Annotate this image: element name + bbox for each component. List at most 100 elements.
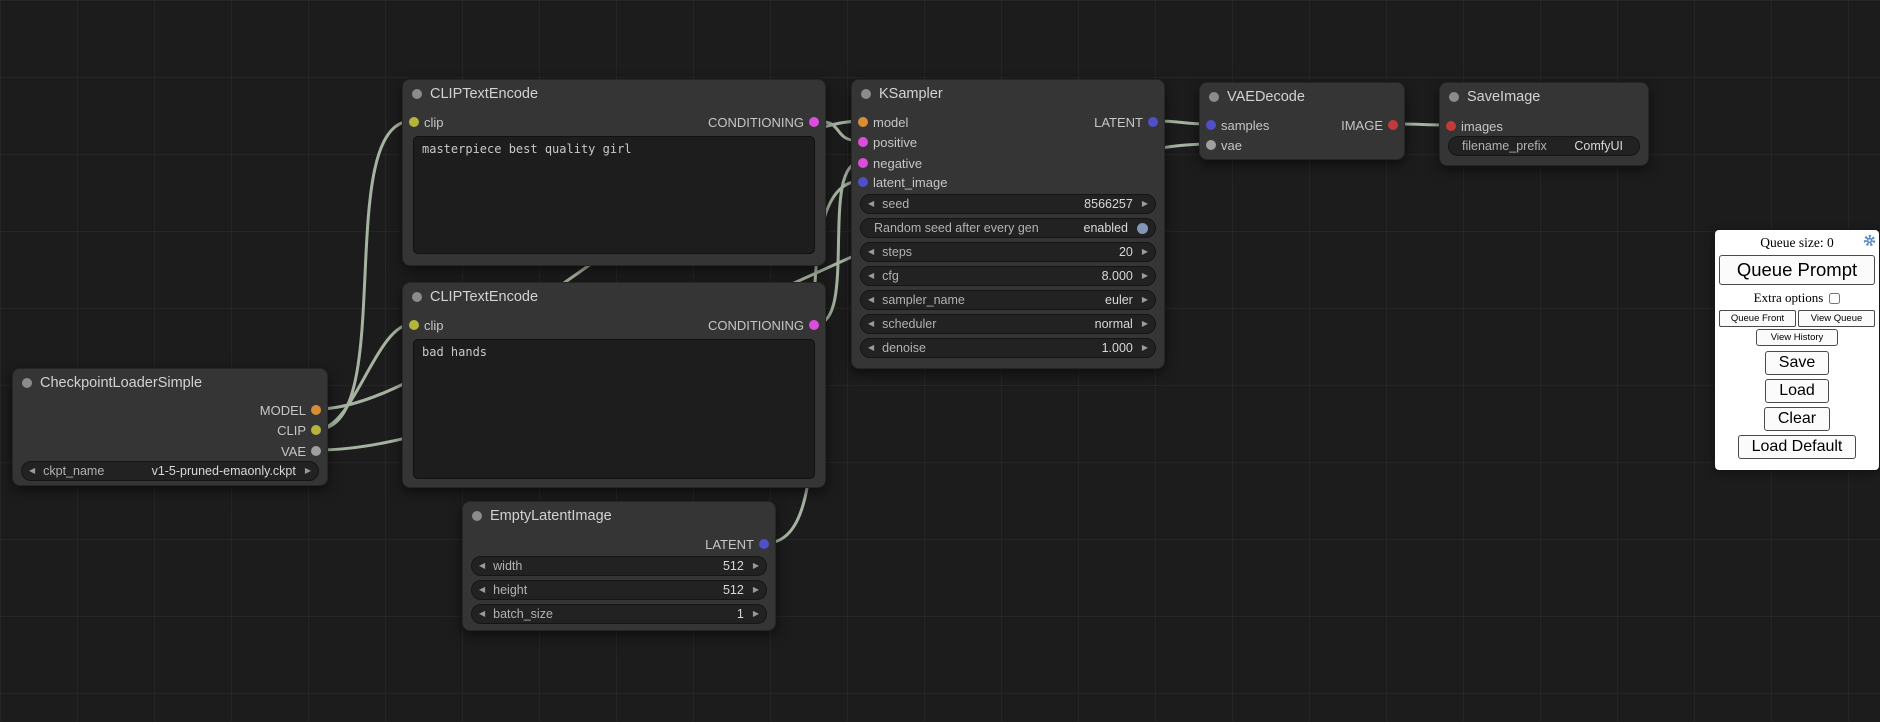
increment-arrow-icon[interactable]: ▶ bbox=[1142, 296, 1148, 304]
node-title-bar[interactable]: SaveImage bbox=[1440, 83, 1648, 111]
input-slot-vae[interactable]: vae bbox=[1200, 135, 1242, 155]
node-title-bar[interactable]: EmptyLatentImage bbox=[463, 502, 775, 530]
collapse-dot-icon[interactable] bbox=[22, 378, 32, 388]
increment-arrow-icon[interactable]: ▶ bbox=[1142, 320, 1148, 328]
model-port-icon[interactable] bbox=[311, 405, 321, 415]
height-widget[interactable]: ◀ height 512 ▶ bbox=[471, 580, 767, 600]
output-slot-conditioning[interactable]: CONDITIONING bbox=[708, 112, 825, 132]
filename-prefix-widget[interactable]: filename_prefix ComfyUI bbox=[1448, 136, 1640, 156]
output-slot-image[interactable]: IMAGE bbox=[1341, 115, 1404, 135]
model-port-icon[interactable] bbox=[858, 117, 868, 127]
collapse-dot-icon[interactable] bbox=[472, 511, 482, 521]
prompt-textarea[interactable]: bad hands bbox=[413, 339, 815, 479]
decrement-arrow-icon[interactable]: ◀ bbox=[868, 200, 874, 208]
node-checkpoint-loader[interactable]: CheckpointLoaderSimple MODEL CLIP VAE ◀ … bbox=[12, 368, 328, 486]
conditioning-port-icon[interactable] bbox=[858, 137, 868, 147]
batch-size-widget[interactable]: ◀ batch_size 1 ▶ bbox=[471, 604, 767, 624]
decrement-arrow-icon[interactable]: ◀ bbox=[868, 320, 874, 328]
conditioning-port-icon[interactable] bbox=[858, 158, 868, 168]
increment-arrow-icon[interactable]: ▶ bbox=[753, 562, 759, 570]
node-clip-text-encode-positive[interactable]: CLIPTextEncode clip CONDITIONING masterp… bbox=[402, 79, 826, 266]
node-title-bar[interactable]: CLIPTextEncode bbox=[403, 283, 825, 311]
queue-prompt-button[interactable]: Queue Prompt bbox=[1719, 255, 1875, 285]
input-slot-images[interactable]: images bbox=[1440, 116, 1503, 136]
collapse-dot-icon[interactable] bbox=[861, 89, 871, 99]
settings-gear-icon[interactable] bbox=[1863, 234, 1876, 247]
increment-arrow-icon[interactable]: ▶ bbox=[753, 610, 759, 618]
collapse-dot-icon[interactable] bbox=[412, 89, 422, 99]
input-slot-model[interactable]: model bbox=[852, 112, 908, 132]
input-slot-latent-image[interactable]: latent_image bbox=[852, 172, 947, 192]
input-slot-samples[interactable]: samples bbox=[1200, 115, 1269, 135]
denoise-widget[interactable]: ◀ denoise 1.000 ▶ bbox=[860, 338, 1156, 358]
view-history-button[interactable]: View History bbox=[1756, 329, 1839, 346]
decrement-arrow-icon[interactable]: ◀ bbox=[868, 248, 874, 256]
decrement-arrow-icon[interactable]: ◀ bbox=[479, 562, 485, 570]
extra-options-row[interactable]: Extra options bbox=[1719, 288, 1875, 309]
view-queue-button[interactable]: View Queue bbox=[1798, 310, 1875, 327]
increment-arrow-icon[interactable]: ▶ bbox=[1142, 344, 1148, 352]
vae-port-icon[interactable] bbox=[1206, 140, 1216, 150]
node-vae-decode[interactable]: VAEDecode samples vae IMAGE bbox=[1199, 82, 1405, 160]
vae-port-icon[interactable] bbox=[311, 446, 321, 456]
decrement-arrow-icon[interactable]: ◀ bbox=[868, 344, 874, 352]
steps-widget[interactable]: ◀ steps 20 ▶ bbox=[860, 242, 1156, 262]
node-save-image[interactable]: SaveImage images filename_prefix ComfyUI bbox=[1439, 82, 1649, 166]
node-clip-text-encode-negative[interactable]: CLIPTextEncode clip CONDITIONING bad han… bbox=[402, 282, 826, 488]
node-ksampler[interactable]: KSampler model positive negative latent_… bbox=[851, 79, 1165, 369]
width-widget[interactable]: ◀ width 512 ▶ bbox=[471, 556, 767, 576]
increment-arrow-icon[interactable]: ▶ bbox=[1142, 272, 1148, 280]
output-slot-clip[interactable]: CLIP bbox=[277, 420, 327, 440]
output-slot-latent[interactable]: LATENT bbox=[705, 534, 775, 554]
node-title-bar[interactable]: CheckpointLoaderSimple bbox=[13, 369, 327, 397]
collapse-dot-icon[interactable] bbox=[1449, 92, 1459, 102]
scheduler-widget[interactable]: ◀ scheduler normal ▶ bbox=[860, 314, 1156, 334]
extra-options-checkbox[interactable] bbox=[1829, 293, 1840, 304]
toggle-dot-icon[interactable] bbox=[1137, 223, 1148, 234]
queue-front-button[interactable]: Queue Front bbox=[1719, 310, 1796, 327]
image-port-icon[interactable] bbox=[1388, 120, 1398, 130]
prompt-textarea[interactable]: masterpiece best quality girl bbox=[413, 136, 815, 254]
clip-port-icon[interactable] bbox=[409, 320, 419, 330]
collapse-dot-icon[interactable] bbox=[412, 292, 422, 302]
seed-widget[interactable]: ◀ seed 8566257 ▶ bbox=[860, 194, 1156, 214]
sampler-name-widget[interactable]: ◀ sampler_name euler ▶ bbox=[860, 290, 1156, 310]
image-port-icon[interactable] bbox=[1446, 121, 1456, 131]
clip-port-icon[interactable] bbox=[409, 117, 419, 127]
node-empty-latent-image[interactable]: EmptyLatentImage LATENT ◀ width 512 ▶ ◀ … bbox=[462, 501, 776, 631]
decrement-arrow-icon[interactable]: ◀ bbox=[479, 610, 485, 618]
increment-arrow-icon[interactable]: ▶ bbox=[305, 467, 311, 475]
node-title-bar[interactable]: KSampler bbox=[852, 80, 1164, 108]
increment-arrow-icon[interactable]: ▶ bbox=[1142, 248, 1148, 256]
latent-port-icon[interactable] bbox=[1206, 120, 1216, 130]
increment-arrow-icon[interactable]: ▶ bbox=[753, 586, 759, 594]
input-slot-clip[interactable]: clip bbox=[403, 112, 444, 132]
random-seed-toggle-widget[interactable]: Random seed after every gen enabled bbox=[860, 218, 1156, 238]
load-default-button[interactable]: Load Default bbox=[1738, 435, 1857, 459]
node-title-bar[interactable]: CLIPTextEncode bbox=[403, 80, 825, 108]
decrement-arrow-icon[interactable]: ◀ bbox=[29, 467, 35, 475]
ckpt-name-widget[interactable]: ◀ ckpt_name v1-5-pruned-emaonly.ckpt ▶ bbox=[21, 461, 319, 481]
input-slot-positive[interactable]: positive bbox=[852, 132, 917, 152]
clear-button[interactable]: Clear bbox=[1764, 407, 1830, 431]
cfg-widget[interactable]: ◀ cfg 8.000 ▶ bbox=[860, 266, 1156, 286]
output-slot-model[interactable]: MODEL bbox=[260, 400, 327, 420]
collapse-dot-icon[interactable] bbox=[1209, 92, 1219, 102]
output-slot-conditioning[interactable]: CONDITIONING bbox=[708, 315, 825, 335]
conditioning-port-icon[interactable] bbox=[809, 320, 819, 330]
latent-port-icon[interactable] bbox=[858, 177, 868, 187]
latent-port-icon[interactable] bbox=[759, 539, 769, 549]
comfyui-canvas[interactable]: { "port_colors": { "model": "#d98e35", "… bbox=[0, 0, 1880, 722]
output-slot-vae[interactable]: VAE bbox=[281, 441, 327, 461]
increment-arrow-icon[interactable]: ▶ bbox=[1142, 200, 1148, 208]
input-slot-negative[interactable]: negative bbox=[852, 153, 922, 173]
clip-port-icon[interactable] bbox=[311, 425, 321, 435]
decrement-arrow-icon[interactable]: ◀ bbox=[479, 586, 485, 594]
node-title-bar[interactable]: VAEDecode bbox=[1200, 83, 1404, 111]
input-slot-clip[interactable]: clip bbox=[403, 315, 444, 335]
latent-port-icon[interactable] bbox=[1148, 117, 1158, 127]
decrement-arrow-icon[interactable]: ◀ bbox=[868, 296, 874, 304]
decrement-arrow-icon[interactable]: ◀ bbox=[868, 272, 874, 280]
conditioning-port-icon[interactable] bbox=[809, 117, 819, 127]
output-slot-latent[interactable]: LATENT bbox=[1094, 112, 1164, 132]
